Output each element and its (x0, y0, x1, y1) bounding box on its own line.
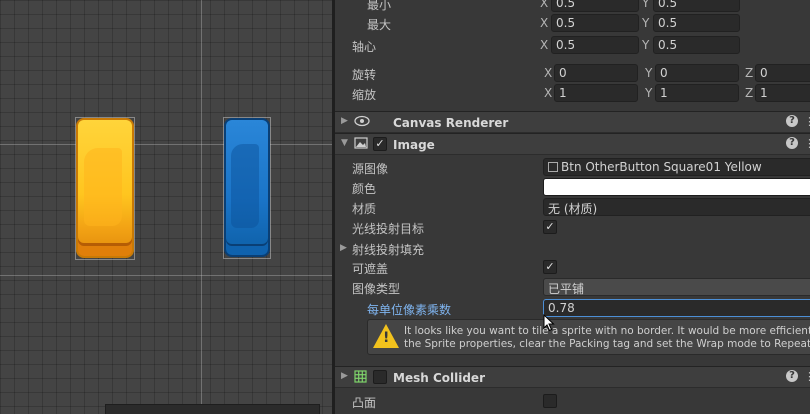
anchor-min-x-field[interactable]: 0.5 (551, 0, 639, 12)
image-component-header[interactable]: ▼ ✓ Image ? ⋮ (335, 133, 810, 155)
axis-x-label: X (544, 86, 553, 100)
maskable-checkbox[interactable]: ✓ (543, 260, 557, 274)
rotation-x-field[interactable]: 0 (554, 64, 638, 82)
image-type-label: 图像类型 (352, 282, 401, 296)
mesh-collider-enabled-checkbox[interactable] (373, 370, 387, 384)
more-icon[interactable]: ⋮ (804, 137, 810, 150)
maskable-label: 可遮盖 (352, 262, 389, 276)
warning-exclamation: ! (383, 330, 390, 346)
color-row: 颜色 (335, 177, 810, 197)
color-label: 颜色 (352, 182, 377, 196)
raycast-target-label: 光线投射目标 (352, 222, 425, 236)
foldout-arrow-icon[interactable]: ▶ (341, 116, 348, 126)
maskable-row: 可遮盖 ✓ (335, 257, 810, 277)
material-label: 材质 (352, 202, 377, 216)
axis-x-label: X (544, 66, 553, 80)
rotation-label: 旋转 (352, 68, 377, 82)
convex-label: 凸面 (352, 396, 377, 410)
inspector-panel: 最小 X 0.5 Y 0.5 最大 X 0.5 Y 0.5 轴心 X 0.5 Y… (335, 0, 810, 414)
pixels-per-unit-field[interactable]: 0.78 (543, 299, 810, 317)
convex-checkbox[interactable] (543, 394, 557, 408)
source-image-value: Btn OtherButton Square01 Yellow (561, 160, 762, 174)
more-icon[interactable]: ⋮ (804, 370, 810, 383)
sprite-icon (548, 162, 558, 172)
axis-z-label: Z (745, 66, 754, 80)
tiling-warning-box: ! It looks like you want to tile a sprit… (367, 319, 810, 355)
axis-z-label: Z (745, 86, 754, 100)
anchor-min-y-field[interactable]: 0.5 (653, 0, 740, 12)
rotation-row: 旋转 X 0 Y 0 Z 0 (335, 63, 810, 83)
anchor-max-y-field[interactable]: 0.5 (653, 14, 740, 32)
foldout-arrow-icon[interactable]: ▶ (340, 243, 347, 253)
scene-guide-horizontal (0, 144, 332, 145)
mesh-collider-title: Mesh Collider (393, 371, 485, 385)
material-row: 材质 无 (材质) (335, 197, 810, 217)
more-icon[interactable]: ⋮ (804, 115, 810, 128)
raycast-padding-label: 射线投射填充 (352, 243, 425, 257)
anchor-max-x-field[interactable]: 0.5 (551, 14, 639, 32)
material-field[interactable]: 无 (材质) (543, 198, 810, 216)
image-type-dropdown[interactable]: 已平铺 (543, 278, 810, 296)
source-image-row: 源图像 Btn OtherButton Square01 Yellow (335, 157, 810, 177)
source-image-field[interactable]: Btn OtherButton Square01 Yellow (543, 158, 810, 176)
foldout-arrow-icon[interactable]: ▶ (341, 371, 348, 381)
mouse-cursor-icon (543, 314, 555, 332)
axis-y-label: Y (645, 86, 653, 100)
scene-overlay-panel (105, 404, 320, 414)
help-icon[interactable]: ? (786, 137, 798, 149)
blue-button-sprite[interactable] (224, 118, 270, 257)
image-enabled-checkbox[interactable]: ✓ (373, 137, 387, 151)
scale-y-field[interactable]: 1 (655, 84, 739, 102)
axis-y-label: Y (642, 16, 650, 30)
scale-label: 缩放 (352, 88, 377, 102)
scale-x-field[interactable]: 1 (554, 84, 638, 102)
source-image-label: 源图像 (352, 162, 389, 176)
warning-text: It looks like you want to tile a sprite … (404, 325, 810, 351)
pixels-per-unit-row: 每单位像素乘数 0.78 (335, 298, 810, 318)
pivot-y-field[interactable]: 0.5 (653, 36, 740, 54)
color-swatch[interactable] (543, 178, 810, 196)
pivot-row: 轴心 X 0.5 Y 0.5 (335, 35, 810, 55)
anchor-max-row: 最大 X 0.5 Y 0.5 (335, 13, 810, 33)
rotation-z-field[interactable]: 0 (755, 64, 810, 82)
image-icon (354, 137, 368, 153)
raycast-target-row: 光线投射目标 ✓ (335, 217, 810, 237)
pivot-x-field[interactable]: 0.5 (551, 36, 639, 54)
help-icon[interactable]: ? (786, 115, 798, 127)
anchor-min-label: 最小 (367, 0, 392, 12)
axis-y-label: Y (645, 66, 653, 80)
scene-guide-vertical (201, 0, 202, 414)
rotation-y-field[interactable]: 0 (655, 64, 739, 82)
raycast-target-checkbox[interactable]: ✓ (543, 220, 557, 234)
canvas-renderer-title: Canvas Renderer (393, 116, 509, 130)
scene-view[interactable] (0, 0, 332, 414)
help-icon[interactable]: ? (786, 370, 798, 382)
warning-line-1: It looks like you want to tile a sprite … (404, 325, 810, 337)
image-type-row: 图像类型 已平铺 (335, 277, 810, 297)
scale-row: 缩放 X 1 Y 1 Z 1 (335, 83, 810, 103)
anchor-min-row: 最小 X 0.5 Y 0.5 (335, 0, 810, 13)
eye-icon (354, 115, 370, 131)
yellow-button-sprite[interactable] (76, 118, 134, 258)
warning-line-2: the Sprite properties, clear the Packing… (404, 338, 810, 350)
mesh-grid-icon (354, 370, 367, 387)
anchor-max-label: 最大 (367, 18, 392, 32)
axis-x-label: X (540, 0, 549, 10)
mesh-collider-header[interactable]: ▶ Mesh Collider ? ⋮ (335, 366, 810, 388)
raycast-padding-row[interactable]: ▶ 射线投射填充 (335, 238, 810, 258)
axis-x-label: X (540, 16, 549, 30)
foldout-arrow-icon[interactable]: ▼ (341, 138, 348, 148)
scene-guide-horizontal (0, 275, 332, 276)
pixels-per-unit-label: 每单位像素乘数 (367, 303, 452, 317)
canvas-renderer-header[interactable]: ▶ Canvas Renderer ? ⋮ (335, 111, 810, 133)
axis-y-label: Y (642, 38, 650, 52)
pivot-label: 轴心 (352, 40, 377, 54)
image-title: Image (393, 138, 435, 152)
axis-x-label: X (540, 38, 549, 52)
convex-row: 凸面 (335, 391, 810, 411)
scale-z-field[interactable]: 1 (755, 84, 810, 102)
axis-y-label: Y (642, 0, 650, 10)
